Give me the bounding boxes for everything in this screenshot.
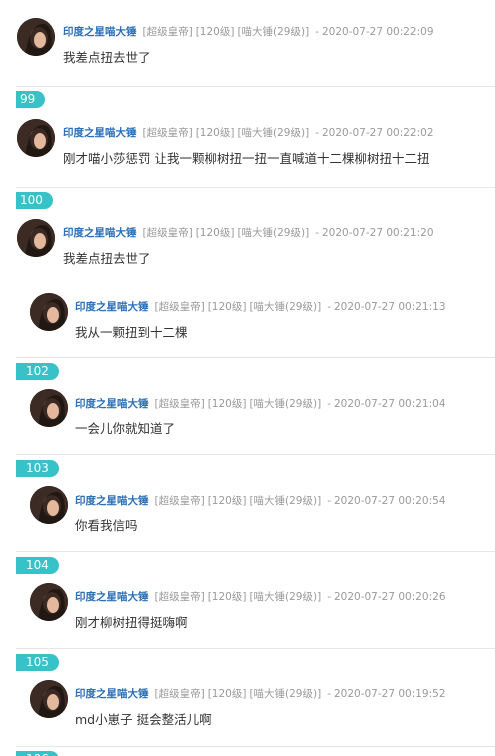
comment-meta: 印度之星喵大锤 [超级皇帝] [120级] [喵大锤(29级)] -2020-07-27… [75, 493, 446, 508]
level-tag: [120级] [195, 26, 235, 38]
comment-text: 你看我信吗 [75, 518, 138, 533]
meta-separator: - [327, 688, 331, 700]
comment-item: 印度之星喵大锤 [超级皇帝] [120级] [喵大锤(29级)] -2020-07-27… [0, 372, 495, 457]
comment-text: md小崽子 挺会整活儿啊 [75, 712, 212, 727]
comment-meta: 印度之星喵大锤 [超级皇帝] [120级] [喵大锤(29级)] -2020-07-27… [63, 24, 434, 39]
comment-timestamp: 2020-07-27 00:19:52 [333, 688, 446, 700]
username-link[interactable]: 印度之星喵大锤 [75, 495, 149, 507]
title-tag: [超级皇帝] [142, 26, 193, 38]
user-avatar-icon[interactable] [17, 18, 55, 56]
meta-separator: - [315, 227, 319, 239]
comment-item: 印度之星喵大锤 [超级皇帝] [120级] [喵大锤(29级)] -2020-07-27… [0, 100, 495, 190]
comment-timestamp: 2020-07-27 00:21:20 [321, 227, 434, 239]
title-tag: [超级皇帝] [154, 688, 205, 700]
divider [16, 357, 495, 358]
username-link[interactable]: 印度之星喵大锤 [75, 398, 149, 410]
rank-tag: [喵大锤(29级)] [249, 688, 322, 700]
comment-text: 我差点扭去世了 [63, 50, 151, 65]
title-tag: [超级皇帝] [154, 301, 205, 313]
user-avatar-icon[interactable] [30, 680, 68, 718]
comment-text: 一会儿你就知道了 [75, 421, 176, 436]
meta-separator: - [315, 26, 319, 38]
user-avatar-icon[interactable] [30, 389, 68, 427]
username-link[interactable]: 印度之星喵大锤 [75, 688, 149, 700]
meta-separator: - [315, 127, 319, 139]
title-tag: [超级皇帝] [154, 495, 205, 507]
comment-timestamp: 2020-07-27 00:20:26 [333, 591, 446, 603]
title-tag: [超级皇帝] [142, 127, 193, 139]
comment-text: 刚才柳树扭得挺嗨啊 [75, 615, 188, 630]
level-tag: [120级] [207, 495, 247, 507]
divider [16, 746, 495, 747]
comment-timestamp: 2020-07-27 00:21:13 [333, 301, 446, 313]
comment-item: 印度之星喵大锤 [超级皇帝] [120级] [喵大锤(29级)] -2020-07-27… [0, 0, 495, 90]
divider [16, 187, 495, 188]
divider [16, 454, 495, 455]
level-tag: [120级] [207, 688, 247, 700]
floor-number-badge: 106 [16, 751, 59, 756]
username-link[interactable]: 印度之星喵大锤 [75, 301, 149, 313]
comment-meta: 印度之星喵大锤 [超级皇帝] [120级] [喵大锤(29级)] -2020-07-27… [75, 299, 446, 314]
meta-separator: - [327, 591, 331, 603]
rank-tag: [喵大锤(29级)] [249, 591, 322, 603]
user-avatar-icon[interactable] [30, 486, 68, 524]
user-avatar-icon[interactable] [30, 293, 68, 331]
comment-meta: 印度之星喵大锤 [超级皇帝] [120级] [喵大锤(29级)] -2020-07-27… [75, 589, 446, 604]
divider [16, 86, 495, 87]
comment-text: 刚才喵小莎惩罚 让我一颗柳树扭一扭一直喊道十二棵柳树扭十二扭 [63, 151, 430, 166]
comment-item: 印度之星喵大锤 [超级皇帝] [120级] [喵大锤(29级)] -2020-07-27… [0, 469, 495, 554]
comment-text: 我差点扭去世了 [63, 251, 151, 266]
rank-tag: [喵大锤(29级)] [249, 301, 322, 313]
comment-item: 印度之星喵大锤 [超级皇帝] [120级] [喵大锤(29级)] -2020-07-27… [0, 200, 495, 280]
meta-separator: - [327, 301, 331, 313]
comment-item: 印度之星喵大锤 [超级皇帝] [120级] [喵大锤(29级)] -2020-07-27… [0, 280, 495, 360]
username-link[interactable]: 印度之星喵大锤 [63, 127, 137, 139]
rank-tag: [喵大锤(29级)] [237, 227, 310, 239]
meta-separator: - [327, 398, 331, 410]
comment-item: 印度之星喵大锤 [超级皇帝] [120级] [喵大锤(29级)] -2020-07-27… [0, 566, 495, 651]
rank-tag: [喵大锤(29级)] [249, 495, 322, 507]
comment-timestamp: 2020-07-27 00:20:54 [333, 495, 446, 507]
comment-text: 我从一颗扭到十二棵 [75, 325, 188, 340]
comment-meta: 印度之星喵大锤 [超级皇帝] [120级] [喵大锤(29级)] -2020-07-27… [63, 125, 434, 140]
level-tag: [120级] [195, 227, 235, 239]
divider [16, 648, 495, 649]
divider [16, 551, 495, 552]
meta-separator: - [327, 495, 331, 507]
username-link[interactable]: 印度之星喵大锤 [63, 26, 137, 38]
user-avatar-icon[interactable] [30, 583, 68, 621]
comment-item: 印度之星喵大锤 [超级皇帝] [120级] [喵大锤(29级)] -2020-07-27… [0, 663, 495, 748]
level-tag: [120级] [207, 591, 247, 603]
comment-timestamp: 2020-07-27 00:22:09 [321, 26, 434, 38]
comment-meta: 印度之星喵大锤 [超级皇帝] [120级] [喵大锤(29级)] -2020-07-27… [63, 225, 434, 240]
rank-tag: [喵大锤(29级)] [237, 26, 310, 38]
title-tag: [超级皇帝] [154, 398, 205, 410]
comment-timestamp: 2020-07-27 00:21:04 [333, 398, 446, 410]
comment-timestamp: 2020-07-27 00:22:02 [321, 127, 434, 139]
level-tag: [120级] [207, 301, 247, 313]
username-link[interactable]: 印度之星喵大锤 [75, 591, 149, 603]
comment-meta: 印度之星喵大锤 [超级皇帝] [120级] [喵大锤(29级)] -2020-07-27… [75, 396, 446, 411]
rank-tag: [喵大锤(29级)] [237, 127, 310, 139]
comment-thread: 印度之星喵大锤 [超级皇帝] [120级] [喵大锤(29级)] -2020-07-27… [0, 0, 495, 756]
title-tag: [超级皇帝] [142, 227, 193, 239]
user-avatar-icon[interactable] [17, 219, 55, 257]
title-tag: [超级皇帝] [154, 591, 205, 603]
level-tag: [120级] [207, 398, 247, 410]
comment-meta: 印度之星喵大锤 [超级皇帝] [120级] [喵大锤(29级)] -2020-07-27… [75, 686, 446, 701]
rank-tag: [喵大锤(29级)] [249, 398, 322, 410]
level-tag: [120级] [195, 127, 235, 139]
username-link[interactable]: 印度之星喵大锤 [63, 227, 137, 239]
user-avatar-icon[interactable] [17, 119, 55, 157]
